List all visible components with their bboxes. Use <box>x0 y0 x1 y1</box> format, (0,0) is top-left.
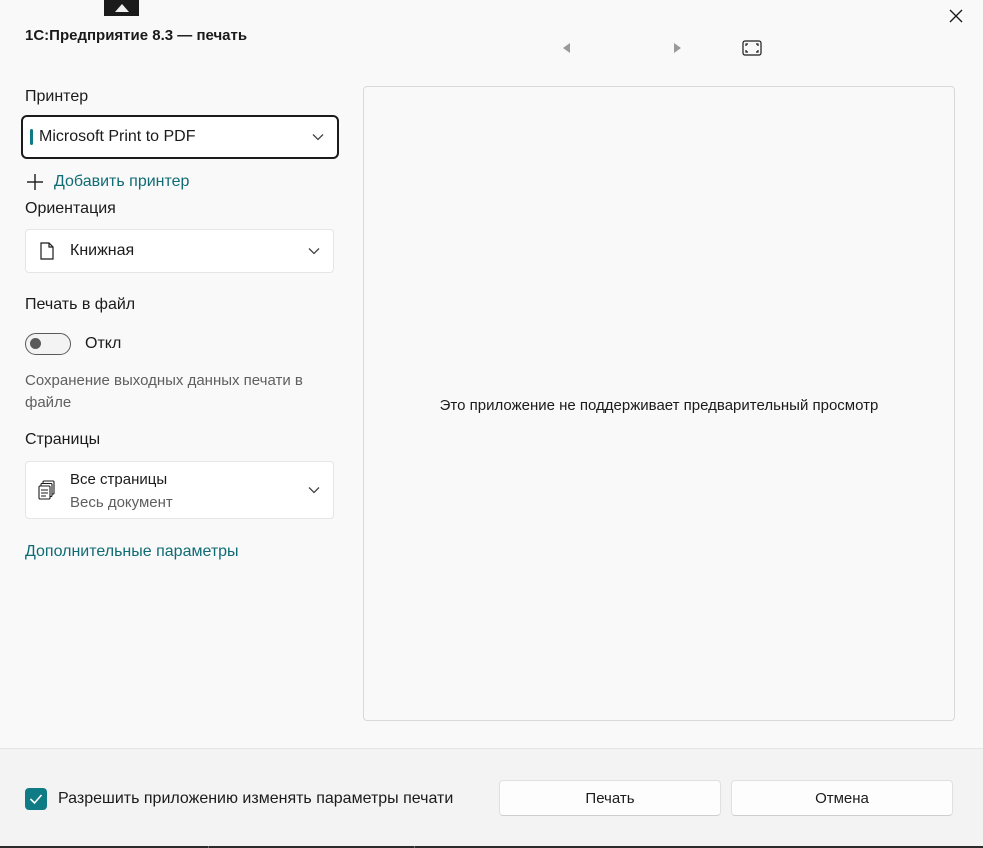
pages-sub-value: Весь документ <box>70 494 173 511</box>
footer-bar: Разрешить приложению изменять параметры … <box>0 748 983 846</box>
print-to-file-toggle[interactable] <box>25 333 71 355</box>
more-settings-link[interactable]: Дополнительные параметры <box>25 543 239 561</box>
orientation-select[interactable]: Книжная <box>25 229 334 273</box>
allow-app-settings-label: Разрешить приложению изменять параметры … <box>58 790 454 807</box>
print-to-file-hint: Сохранение выходных данных печати в файл… <box>25 372 303 411</box>
print-button[interactable]: Печать <box>499 780 721 816</box>
previous-page-icon <box>563 43 570 53</box>
collapse-tab[interactable] <box>104 0 139 16</box>
toggle-state-label: Откл <box>85 335 122 352</box>
printer-value: Microsoft Print to PDF <box>39 128 196 145</box>
preview-pane: Это приложение не поддерживает предварит… <box>363 86 955 721</box>
toggle-knob <box>30 338 41 349</box>
chevron-down-icon <box>308 487 320 494</box>
printer-label: Принтер <box>25 88 89 105</box>
fit-page-button[interactable] <box>742 40 762 56</box>
pages-stack-icon <box>38 480 55 500</box>
cancel-button[interactable]: Отмена <box>731 780 953 816</box>
previous-page-button[interactable] <box>559 41 573 55</box>
triangle-up-icon <box>114 4 129 12</box>
pages-select[interactable]: Все страницы Весь документ <box>25 461 334 519</box>
print-dialog: 1С:Предприятие 8.3 — печать Принтер Micr… <box>0 0 983 846</box>
close-icon <box>949 9 963 23</box>
window-title: 1С:Предприятие 8.3 — печать <box>25 27 248 44</box>
fit-page-icon <box>742 40 762 56</box>
plus-icon <box>27 174 43 190</box>
add-printer-link[interactable]: Добавить принтер <box>26 173 189 191</box>
orientation-label: Ориентация <box>25 200 116 217</box>
pages-value: Все страницы <box>70 471 168 488</box>
printer-select[interactable]: Microsoft Print to PDF <box>21 115 339 159</box>
orientation-value: Книжная <box>70 242 135 259</box>
allow-app-settings-checkbox[interactable] <box>25 788 47 810</box>
next-page-button[interactable] <box>671 41 685 55</box>
print-to-file-label: Печать в файл <box>25 296 136 313</box>
chevron-down-icon <box>312 134 324 141</box>
checkmark-icon <box>29 794 43 805</box>
add-printer-label: Добавить принтер <box>54 173 190 190</box>
close-button[interactable] <box>944 4 968 28</box>
next-page-icon <box>674 43 681 53</box>
pages-label: Страницы <box>25 431 101 448</box>
document-icon <box>40 242 54 260</box>
focus-accent-bar <box>30 129 33 145</box>
preview-message: Это приложение не поддерживает предварит… <box>439 397 879 414</box>
chevron-down-icon <box>308 248 320 255</box>
